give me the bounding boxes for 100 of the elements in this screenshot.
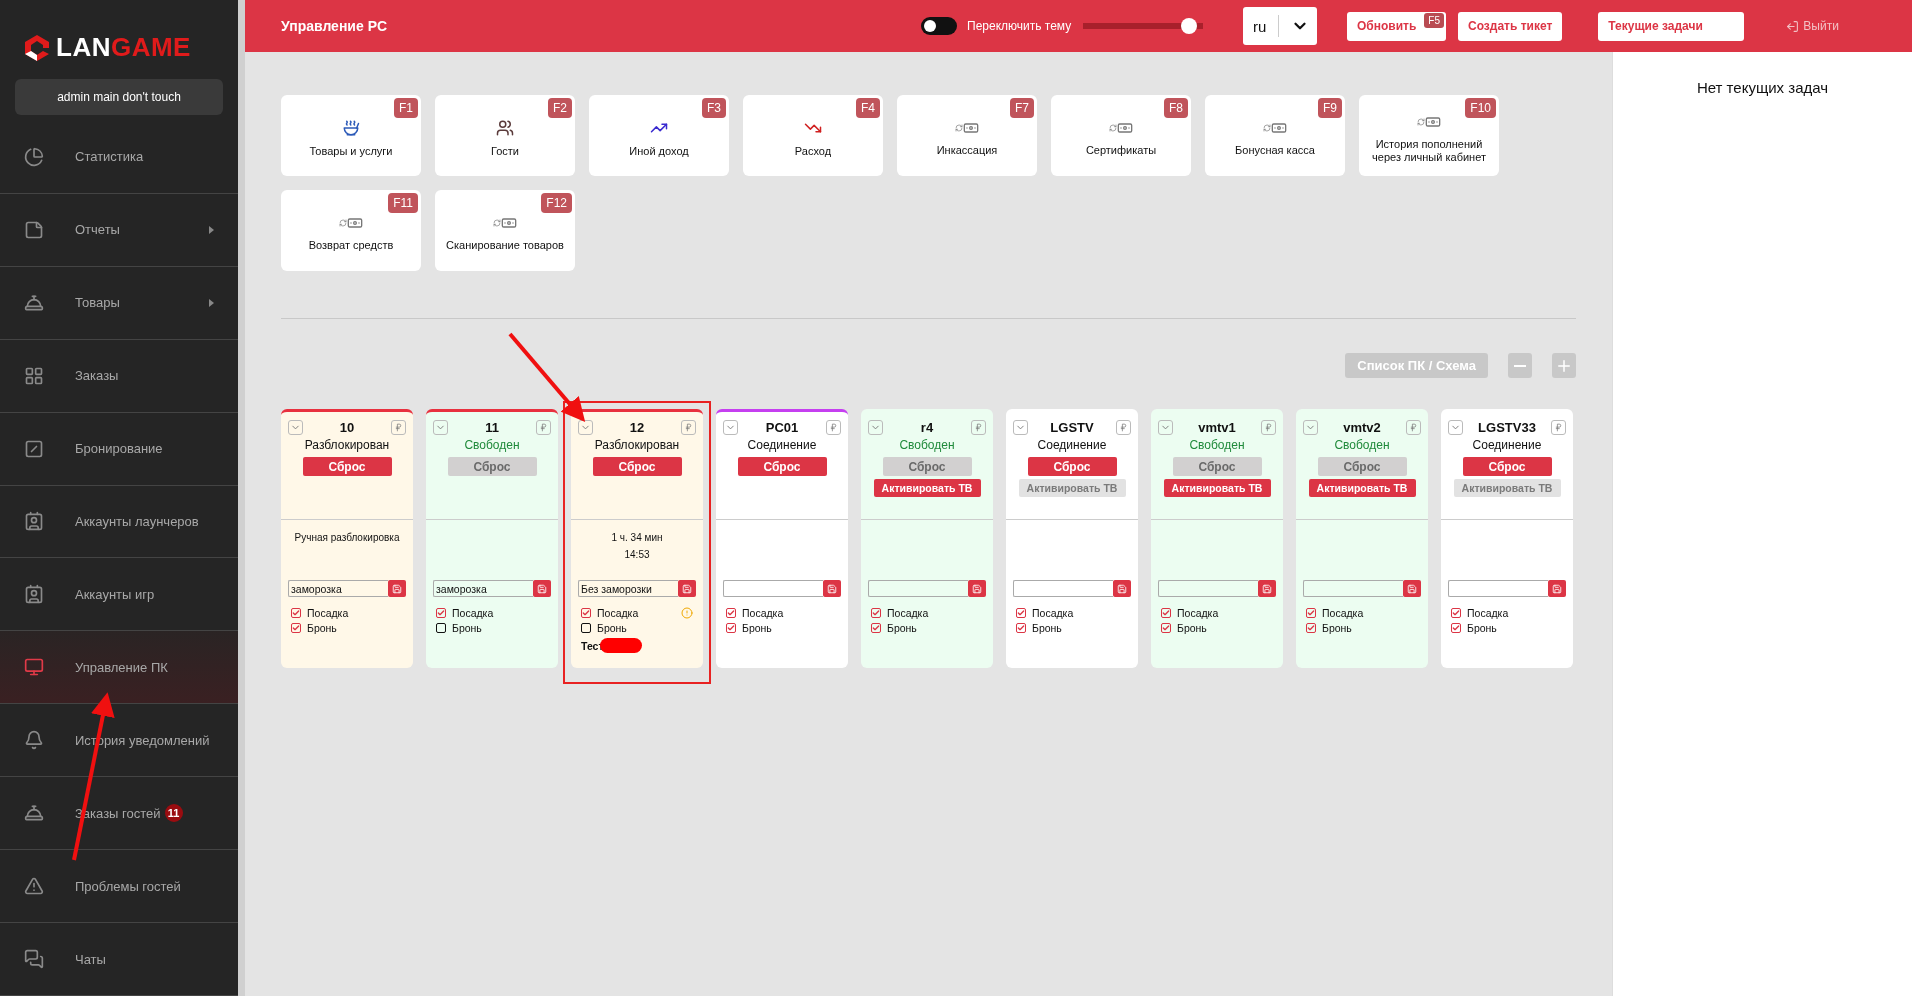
ruble-button[interactable]: [681, 420, 696, 435]
scrollbar[interactable]: [238, 0, 245, 996]
ruble-button[interactable]: [971, 420, 986, 435]
checkbox[interactable]: [436, 608, 446, 618]
reset-button[interactable]: Сброс: [592, 457, 682, 476]
action-tile[interactable]: F9 Бонусная касса: [1205, 95, 1345, 176]
checkbox[interactable]: [581, 608, 591, 618]
reset-button[interactable]: Сброс: [1462, 457, 1552, 476]
reset-button[interactable]: Сброс: [1317, 457, 1407, 476]
users-icon: [496, 119, 514, 138]
checkbox[interactable]: [1016, 623, 1026, 633]
checkbox[interactable]: [1161, 608, 1171, 618]
expand-button[interactable]: [1448, 420, 1463, 435]
ruble-button[interactable]: [1261, 420, 1276, 435]
minus-icon: [1514, 364, 1526, 367]
hotkey-badge: F1: [394, 98, 418, 118]
action-tile[interactable]: F4 Расход: [743, 95, 883, 176]
action-tile[interactable]: F11 Возврат средств: [281, 190, 421, 271]
activate-tv-button[interactable]: Активировать ТВ: [1453, 479, 1561, 497]
freeze-field[interactable]: [868, 580, 968, 597]
save-button[interactable]: [388, 580, 406, 597]
activate-tv-button[interactable]: Активировать ТВ: [1163, 479, 1271, 497]
expand-button[interactable]: [1158, 420, 1173, 435]
expand-button[interactable]: [723, 420, 738, 435]
save-button[interactable]: [1548, 580, 1566, 597]
checkbox[interactable]: [1306, 623, 1316, 633]
checkbox[interactable]: [1451, 608, 1461, 618]
reset-button[interactable]: Сброс: [302, 457, 392, 476]
reset-button[interactable]: Сброс: [882, 457, 972, 476]
logo-text: LANGAME: [56, 32, 191, 64]
checkbox[interactable]: [436, 623, 446, 633]
pc-name: vmtv1: [1198, 420, 1236, 435]
activate-tv-button[interactable]: Активировать ТВ: [1308, 479, 1416, 497]
ruble-button[interactable]: [536, 420, 551, 435]
note-icon: [24, 219, 44, 240]
save-button[interactable]: [823, 580, 841, 597]
create-ticket-button[interactable]: Создать тикет: [1458, 11, 1563, 41]
freeze-field[interactable]: [1013, 580, 1113, 597]
action-tile[interactable]: F12 Сканирование товаров: [435, 190, 575, 271]
expand-button[interactable]: [578, 420, 593, 435]
ruble-button[interactable]: [1406, 420, 1421, 435]
freeze-field[interactable]: [1158, 580, 1258, 597]
save-button[interactable]: [968, 580, 986, 597]
theme-toggle[interactable]: [921, 17, 957, 35]
pc-name: 11: [485, 420, 499, 435]
pc-status: Разблокирован: [594, 438, 680, 452]
zoom-out-button[interactable]: [1508, 353, 1532, 378]
action-tile[interactable]: F2 Гости: [435, 95, 575, 176]
action-tile[interactable]: F10 История пополнений через личный кабинет: [1359, 95, 1499, 176]
user-name[interactable]: admin main don't touch: [15, 78, 223, 115]
current-tasks-button[interactable]: Текущие задачи: [1598, 11, 1745, 41]
ruble-icon: [1264, 423, 1273, 432]
refresh-button[interactable]: Обновить F5: [1347, 11, 1446, 41]
freeze-field[interactable]: [723, 580, 823, 597]
activate-tv-button[interactable]: Активировать ТВ: [873, 479, 981, 497]
checkbox[interactable]: [1161, 623, 1171, 633]
checkbox[interactable]: [871, 623, 881, 633]
action-tile[interactable]: F1 Товары и услуги: [281, 95, 421, 176]
reset-button[interactable]: Сброс: [1027, 457, 1117, 476]
expand-button[interactable]: [288, 420, 303, 435]
checkbox[interactable]: [871, 608, 881, 618]
reset-button[interactable]: Сброс: [737, 457, 827, 476]
checkbox[interactable]: [726, 608, 736, 618]
freeze-field[interactable]: Без заморозки: [578, 580, 678, 597]
activate-tv-button[interactable]: Активировать ТВ: [1018, 479, 1126, 497]
save-button[interactable]: [1258, 580, 1276, 597]
action-tile[interactable]: F8 Сертификаты: [1051, 95, 1191, 176]
save-button[interactable]: [533, 580, 551, 597]
sidebar-item[interactable]: Управление ПК: [0, 631, 238, 705]
expand-button[interactable]: [1013, 420, 1028, 435]
action-tile[interactable]: F7 Инкассация: [897, 95, 1037, 176]
ruble-button[interactable]: [391, 420, 406, 435]
expand-button[interactable]: [433, 420, 448, 435]
checkbox[interactable]: [581, 623, 591, 633]
language-select[interactable]: ru: [1243, 7, 1317, 45]
checkbox[interactable]: [1306, 608, 1316, 618]
save-button[interactable]: [1113, 580, 1131, 597]
pc-name: LGSTV33: [1478, 420, 1536, 435]
save-button[interactable]: [678, 580, 696, 597]
save-button[interactable]: [1403, 580, 1421, 597]
ruble-button[interactable]: [1116, 420, 1131, 435]
reset-button[interactable]: Сброс: [447, 457, 537, 476]
expand-button[interactable]: [1303, 420, 1318, 435]
warning-icon: [24, 876, 44, 897]
ruble-button[interactable]: [826, 420, 841, 435]
action-tile[interactable]: F3 Иной доход: [589, 95, 729, 176]
freeze-field[interactable]: заморозка: [288, 580, 388, 597]
checkbox[interactable]: [291, 623, 301, 633]
checkbox[interactable]: [291, 608, 301, 618]
checkbox[interactable]: [1451, 623, 1461, 633]
slider-thumb[interactable]: [1181, 18, 1197, 34]
freeze-field[interactable]: заморозка: [433, 580, 533, 597]
reset-button[interactable]: Сброс: [1172, 457, 1262, 476]
hotkey-badge: F5: [1424, 12, 1444, 28]
expand-button[interactable]: [868, 420, 883, 435]
freeze-field[interactable]: [1448, 580, 1548, 597]
freeze-field[interactable]: [1303, 580, 1403, 597]
checkbox[interactable]: [1016, 608, 1026, 618]
ruble-button[interactable]: [1551, 420, 1566, 435]
checkbox[interactable]: [726, 623, 736, 633]
